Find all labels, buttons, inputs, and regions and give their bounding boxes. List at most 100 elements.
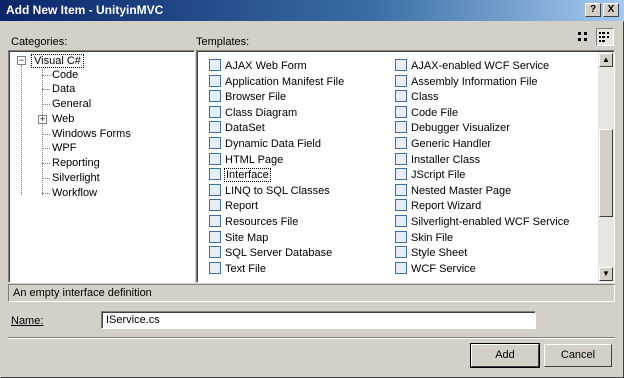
template-icon (395, 152, 407, 165)
template-label: Installer Class (411, 153, 481, 166)
template-icon (209, 121, 221, 134)
template-item[interactable]: SQL Server Database (209, 246, 333, 261)
template-item[interactable]: Class Diagram (209, 105, 298, 121)
description-bar: An empty interface definition (8, 284, 615, 302)
name-input[interactable] (101, 311, 536, 329)
collapse-icon[interactable]: − (17, 56, 26, 65)
template-item[interactable]: Application Manifest File (209, 74, 345, 90)
name-label-text: Name: (11, 315, 44, 327)
expand-icon[interactable]: + (38, 115, 47, 124)
template-icon (209, 230, 221, 243)
template-item[interactable]: Style Sheet (395, 246, 468, 261)
template-label: Style Sheet (411, 247, 468, 260)
large-icons-icon (578, 32, 587, 41)
large-icons-view-button[interactable] (574, 28, 592, 46)
template-item[interactable]: Interface (209, 168, 271, 183)
template-icon (395, 199, 407, 212)
templates-scrollbar[interactable]: ▲ ▼ (598, 52, 614, 282)
template-icon (209, 74, 221, 87)
template-label: LINQ to SQL Classes (225, 184, 330, 197)
template-item[interactable]: Site Map (209, 230, 269, 246)
template-label: Generic Handler (411, 138, 492, 150)
template-item[interactable]: Browser File (209, 90, 287, 105)
template-label: Dynamic Data Field (225, 138, 321, 150)
tree-item-visual-csharp[interactable]: Visual C# (31, 54, 84, 68)
template-icon (395, 215, 407, 227)
template-item[interactable]: Silverlight-enabled WCF Service (395, 215, 570, 230)
tree-item-data[interactable]: Data (52, 82, 75, 96)
template-item[interactable]: Class (395, 90, 440, 105)
help-button[interactable]: ? (585, 3, 601, 17)
template-label: AJAX-enabled WCF Service (411, 60, 550, 72)
template-item[interactable]: WCF Service (395, 261, 477, 277)
template-label: AJAX Web Form (225, 60, 307, 72)
categories-tree[interactable]: − Visual C# Code Data General + Web Wind… (8, 50, 195, 283)
template-label: Code File (411, 106, 459, 119)
tree-item-code[interactable]: Code (52, 68, 78, 82)
template-icon (395, 230, 407, 243)
template-item[interactable]: Report (209, 199, 259, 214)
tree-item-workflow[interactable]: Workflow (52, 186, 97, 200)
templates-label: Templates: (196, 36, 250, 48)
template-item[interactable]: Assembly Information File (395, 74, 539, 90)
template-label: Text File (225, 262, 266, 275)
template-item[interactable]: JScript File (395, 168, 466, 183)
template-label: Skin File (411, 231, 454, 244)
template-label: Silverlight-enabled WCF Service (411, 216, 570, 228)
template-icon (209, 59, 221, 71)
close-button[interactable]: X (603, 3, 619, 17)
template-icon (395, 90, 407, 103)
template-label: Browser File (225, 91, 287, 104)
template-label: DataSet (225, 122, 265, 135)
template-label: Report Wizard (411, 200, 482, 213)
template-icon (395, 121, 407, 134)
template-item[interactable]: Debugger Visualizer (395, 121, 511, 136)
small-icons-view-button[interactable] (596, 28, 614, 46)
template-item[interactable]: HTML Page (209, 152, 284, 168)
add-button[interactable]: Add (470, 343, 540, 368)
template-item[interactable]: Generic Handler (395, 137, 492, 152)
template-icon (209, 183, 221, 196)
template-icon (209, 261, 221, 274)
template-label: Class (411, 91, 439, 104)
name-label: Name: (11, 315, 43, 327)
template-icon (209, 90, 221, 103)
template-item[interactable]: Resources File (209, 215, 299, 230)
template-icon (395, 105, 407, 118)
tree-item-windows-forms[interactable]: Windows Forms (52, 127, 131, 141)
template-item[interactable]: AJAX-enabled WCF Service (395, 59, 550, 74)
template-label: Application Manifest File (225, 75, 345, 88)
categories-label: Categories: (11, 36, 68, 48)
scroll-down-icon[interactable]: ▼ (599, 267, 613, 281)
template-label: SQL Server Database (225, 247, 333, 260)
template-item[interactable]: Text File (209, 261, 267, 277)
template-icon (209, 168, 221, 181)
tree-item-silverlight[interactable]: Silverlight (52, 171, 100, 185)
template-item[interactable]: Dynamic Data Field (209, 137, 322, 152)
template-label: Resources File (225, 216, 299, 228)
template-item[interactable]: Skin File (395, 230, 454, 246)
template-item[interactable]: Nested Master Page (395, 183, 512, 199)
template-icon (395, 261, 407, 274)
template-icon (209, 105, 221, 118)
template-item[interactable]: Installer Class (395, 152, 481, 168)
cancel-button[interactable]: Cancel (544, 344, 612, 367)
templates-list[interactable]: AJAX Web Form Application Manifest File Br… (196, 50, 615, 283)
separator (8, 337, 615, 339)
template-icon (395, 59, 407, 71)
tree-item-general[interactable]: General (52, 97, 91, 111)
template-icon (395, 137, 407, 149)
template-icon (209, 199, 221, 212)
template-item[interactable]: DataSet (209, 121, 266, 136)
tree-item-wpf[interactable]: WPF (52, 141, 76, 155)
template-item[interactable]: Report Wizard (395, 199, 482, 214)
scroll-up-icon[interactable]: ▲ (599, 53, 613, 67)
template-label: Class Diagram (225, 106, 298, 119)
tree-item-web[interactable]: Web (52, 112, 74, 126)
scroll-thumb[interactable] (599, 129, 613, 217)
template-icon (209, 152, 221, 165)
template-item[interactable]: Code File (395, 105, 459, 121)
template-item[interactable]: AJAX Web Form (209, 59, 308, 74)
template-item[interactable]: LINQ to SQL Classes (209, 183, 331, 199)
tree-item-reporting[interactable]: Reporting (52, 156, 100, 170)
